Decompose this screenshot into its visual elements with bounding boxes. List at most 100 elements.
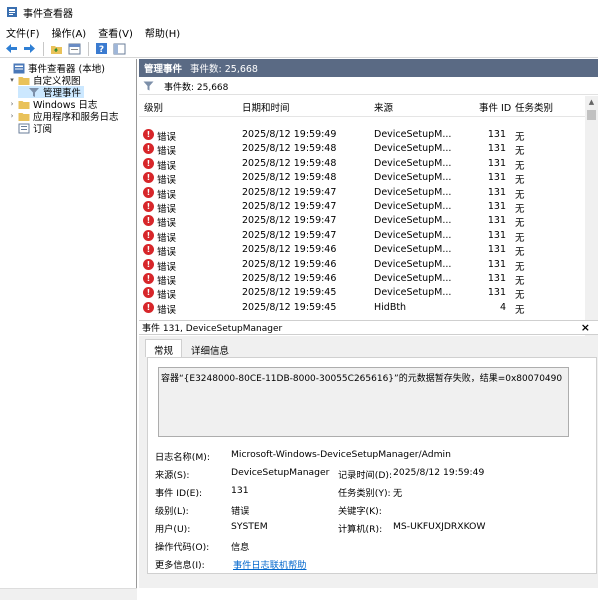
cell-event-id: 4 <box>499 301 506 313</box>
table-row[interactable]: ! 错误 2025/8/12 19:59:49 DeviceSetupM... 131 无 <box>139 128 585 143</box>
chevron-down-icon[interactable]: ▾ <box>8 76 16 84</box>
cell-event-id: 131 <box>487 186 506 198</box>
table-row[interactable]: ! 错误 2025/8/12 19:59:45 DeviceSetupM... 131 无 <box>139 286 585 302</box>
cell-event-id: 131 <box>487 244 506 256</box>
table-row[interactable]: ! 错误 2025/8/12 19:59:48 DeviceSetupM... 131 无 <box>139 157 585 172</box>
error-icon: ! <box>143 201 154 212</box>
back-icon[interactable] <box>3 41 19 57</box>
menu-action[interactable]: 操作(A) <box>46 25 93 40</box>
table-row[interactable]: ! 错误 2025/8/12 19:59:48 DeviceSetupM... 131 无 <box>139 171 585 187</box>
cell-datetime: 2025/8/12 19:59:46 <box>242 273 337 284</box>
error-icon: ! <box>143 244 154 256</box>
cell-datetime: 2025/8/12 19:59:47 <box>242 186 337 198</box>
event-viewer-icon <box>13 63 25 73</box>
cell-datetime: 2025/8/12 19:59:47 <box>242 229 337 241</box>
opcode-value: 信息 <box>231 542 250 553</box>
cell-level: 错误 <box>157 146 177 158</box>
tree-item-app-service-logs[interactable]: › 应用程序和服务日志 <box>8 110 119 123</box>
folder-up-icon[interactable] <box>48 41 64 57</box>
event-message[interactable]: 容器“{E3248000-80CE-11DB-8000-30055C265616… <box>158 367 569 437</box>
cell-event-id: 131 <box>487 258 506 270</box>
cell-category: 无 <box>515 304 525 316</box>
chevron-right-icon[interactable]: › <box>8 100 16 108</box>
help-icon[interactable]: ? <box>93 41 109 57</box>
cell-level: 错误 <box>157 189 177 201</box>
event-id-label: 事件 ID(E): <box>155 488 203 499</box>
log-name-label: 日志名称(M): <box>155 452 210 463</box>
cell-source: DeviceSetupM... <box>374 215 452 227</box>
source-value: DeviceSetupManager <box>231 467 330 478</box>
tab-general[interactable]: 常规 <box>145 339 183 357</box>
column-source[interactable]: 来源 <box>374 100 393 114</box>
online-help-link[interactable]: 事件日志联机帮助 <box>233 557 307 571</box>
close-icon[interactable]: × <box>581 321 590 334</box>
menu-file[interactable]: 文件(F) <box>0 25 46 40</box>
filter-icon <box>143 81 154 91</box>
task-value: 无 <box>393 488 403 499</box>
menu-help[interactable]: 帮助(H) <box>139 25 186 40</box>
log-name-value: Microsoft-Windows-DeviceSetupManager/Adm… <box>231 449 451 460</box>
cell-source: DeviceSetupM... <box>374 157 452 169</box>
table-row[interactable]: ! 错误 2025/8/12 19:59:47 DeviceSetupM... 131 无 <box>139 229 585 244</box>
table-row[interactable]: ! 错误 2025/8/12 19:59:47 DeviceSetupM... 131 无 <box>139 200 585 215</box>
error-icon: ! <box>143 186 154 198</box>
table-row[interactable]: ! 错误 2025/8/12 19:59:46 DeviceSetupM... 131 无 <box>139 258 585 273</box>
keywords-label: 关键字(K): <box>338 506 382 517</box>
table-row[interactable]: ! 错误 2025/8/12 19:59:48 DeviceSetupM... 131 无 <box>139 142 585 158</box>
column-event-id[interactable]: 事件 ID <box>479 100 511 114</box>
tree-item-subscriptions[interactable]: 订阅 <box>8 122 52 135</box>
column-datetime[interactable]: 日期和时间 <box>242 100 290 114</box>
cell-category: 无 <box>515 175 525 187</box>
error-icon: ! <box>143 273 154 284</box>
cell-level: 错误 <box>157 261 177 273</box>
column-level[interactable]: 级别 <box>144 100 163 114</box>
table-row[interactable]: ! 错误 2025/8/12 19:59:47 DeviceSetupM... 131 无 <box>139 186 585 201</box>
table-row[interactable]: ! 错误 2025/8/12 19:59:46 DeviceSetupM... 131 无 <box>139 243 585 258</box>
cell-category: 无 <box>515 290 525 302</box>
menu-bar: 文件(F) 操作(A) 查看(V) 帮助(H) <box>0 24 598 40</box>
scroll-thumb[interactable] <box>587 110 596 120</box>
cell-event-id: 131 <box>487 229 506 241</box>
cell-event-id: 131 <box>487 143 506 155</box>
tab-details[interactable]: 详细信息 <box>182 339 238 357</box>
event-id-value: 131 <box>231 485 249 496</box>
event-viewer-icon <box>7 7 17 17</box>
error-icon: ! <box>143 215 154 227</box>
opcode-label: 操作代码(O): <box>155 542 210 553</box>
error-icon: ! <box>143 301 154 313</box>
toolbar: ? <box>0 40 598 58</box>
properties-icon[interactable] <box>66 41 82 57</box>
filter-icon <box>29 87 39 97</box>
cell-datetime: 2025/8/12 19:59:48 <box>242 143 337 155</box>
cell-event-id: 131 <box>487 201 506 212</box>
error-icon: ! <box>143 129 154 140</box>
cell-category: 无 <box>515 204 525 215</box>
cell-datetime: 2025/8/12 19:59:46 <box>242 244 337 256</box>
column-task-category[interactable]: 任务类别 <box>515 100 553 114</box>
table-row[interactable]: ! 错误 2025/8/12 19:59:47 DeviceSetupM... 131 无 <box>139 214 585 229</box>
error-icon: ! <box>143 172 154 184</box>
cell-source: DeviceSetupM... <box>374 273 452 284</box>
folder-icon <box>18 112 30 121</box>
console-icon[interactable] <box>111 41 127 57</box>
cell-source: DeviceSetupM... <box>374 258 452 270</box>
cell-source: DeviceSetupM... <box>374 201 452 212</box>
cell-category: 无 <box>515 160 525 172</box>
table-row[interactable]: ! 错误 2025/8/12 19:59:46 DeviceSetupM... 131 无 <box>139 272 585 287</box>
table-row[interactable]: ! 错误 2025/8/12 19:59:45 HidBth 4 无 <box>139 301 585 316</box>
chevron-right-icon[interactable]: › <box>8 112 16 120</box>
folder-icon <box>18 76 30 85</box>
toolbar-separator <box>88 41 89 56</box>
toolbar-separator <box>43 41 44 56</box>
scroll-up-icon[interactable]: ▲ <box>585 96 598 108</box>
cell-datetime: 2025/8/12 19:59:48 <box>242 172 337 184</box>
cell-category: 无 <box>515 132 525 143</box>
menu-view[interactable]: 查看(V) <box>92 25 139 40</box>
cell-level: 错误 <box>157 276 177 287</box>
error-icon: ! <box>143 258 154 270</box>
window-title: 事件查看器 <box>23 8 73 20</box>
cell-level: 错误 <box>157 290 177 302</box>
cell-event-id: 131 <box>487 287 506 299</box>
forward-icon[interactable] <box>21 41 37 57</box>
level-label: 级别(L): <box>155 506 189 517</box>
